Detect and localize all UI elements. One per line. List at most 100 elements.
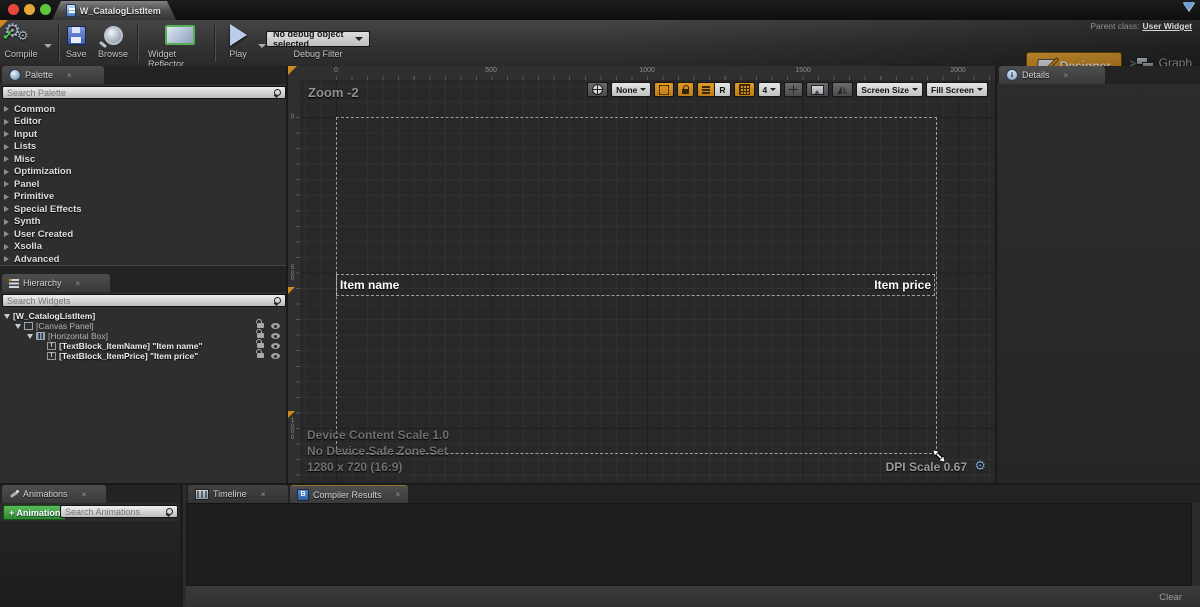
compiler-results-output[interactable] bbox=[186, 503, 1192, 586]
expander-icon[interactable] bbox=[4, 106, 9, 112]
textblock-itemprice-widget[interactable]: Item price bbox=[874, 278, 931, 292]
add-animation-button[interactable]: + Animation bbox=[3, 505, 66, 520]
clear-button[interactable]: Clear bbox=[1159, 592, 1182, 603]
palette-category[interactable]: Panel bbox=[0, 178, 286, 191]
flag-dropdown[interactable]: None bbox=[611, 82, 651, 97]
snap-icon bbox=[702, 86, 710, 94]
palette-icon bbox=[9, 69, 21, 81]
tab-compiler-results[interactable]: B Compiler Results × bbox=[290, 485, 408, 503]
palette-category[interactable]: Misc bbox=[0, 153, 286, 166]
expander-icon[interactable] bbox=[4, 156, 9, 162]
expander-icon[interactable] bbox=[4, 244, 9, 250]
play-button[interactable]: Play bbox=[220, 23, 256, 59]
expander-icon[interactable] bbox=[4, 131, 9, 137]
outline-toggle-button[interactable] bbox=[654, 82, 674, 97]
tree-item-canvas-panel[interactable]: [Canvas Panel] bbox=[0, 321, 286, 331]
snap-toggle-button[interactable] bbox=[697, 82, 715, 97]
expander-icon[interactable] bbox=[15, 324, 21, 329]
asset-tab[interactable]: W_CatalogListItem × bbox=[52, 1, 176, 20]
animations-tab-row: Animations × bbox=[0, 485, 180, 503]
dpi-settings-gear-icon[interactable]: ⚙ bbox=[974, 458, 986, 474]
close-window-button[interactable] bbox=[8, 4, 19, 15]
tab-hierarchy[interactable]: Hierarchy × bbox=[2, 274, 110, 292]
palette-category[interactable]: Advanced bbox=[0, 253, 286, 266]
textblock-itemname-widget[interactable]: Item name bbox=[340, 278, 399, 292]
palette-category[interactable]: Special Effects bbox=[0, 203, 286, 216]
close-icon[interactable]: × bbox=[171, 6, 176, 15]
palette-category[interactable]: Xsolla bbox=[0, 241, 286, 254]
expander-icon[interactable] bbox=[4, 256, 9, 262]
expander-icon[interactable] bbox=[4, 169, 9, 175]
window-corner-icon[interactable] bbox=[1183, 2, 1195, 11]
play-options-caret-icon[interactable] bbox=[258, 44, 266, 48]
minimize-window-button[interactable] bbox=[24, 4, 35, 15]
compile-button[interactable]: ⚙ ⚙ ✓ Compile bbox=[4, 23, 38, 59]
compile-options-caret-icon[interactable] bbox=[44, 44, 52, 48]
tab-animations[interactable]: Animations × bbox=[2, 485, 106, 503]
close-icon[interactable]: × bbox=[82, 490, 87, 499]
close-icon[interactable]: × bbox=[1064, 71, 1069, 80]
lock-icon[interactable] bbox=[257, 343, 264, 348]
designer-canvas[interactable]: Zoom -2 None R 4 Screen Size Fill Screen… bbox=[300, 80, 995, 483]
expander-icon[interactable] bbox=[27, 334, 33, 339]
visibility-icon[interactable] bbox=[271, 353, 280, 359]
palette-category[interactable]: Optimization bbox=[0, 166, 286, 179]
respect-locks-button[interactable]: R bbox=[715, 82, 730, 97]
palette-category[interactable]: Editor bbox=[0, 116, 286, 129]
palette-tab-row: Palette × bbox=[0, 66, 286, 84]
preview-background-button[interactable] bbox=[806, 82, 829, 97]
expander-icon[interactable] bbox=[4, 206, 9, 212]
expander-icon[interactable] bbox=[4, 181, 9, 187]
localization-preview-button[interactable] bbox=[587, 82, 608, 97]
lock-icon[interactable] bbox=[257, 353, 264, 358]
expander-icon[interactable] bbox=[4, 219, 9, 225]
tab-timeline[interactable]: Timeline × bbox=[188, 485, 288, 503]
tree-item-horizontal-box[interactable]: [Horizontal Box] bbox=[0, 331, 286, 341]
maximize-window-button[interactable] bbox=[40, 4, 51, 15]
lock-icon[interactable] bbox=[257, 333, 264, 338]
screen-size-dropdown[interactable]: Screen Size bbox=[856, 82, 923, 97]
visibility-icon[interactable] bbox=[271, 343, 280, 349]
palette-category[interactable]: User Created bbox=[0, 228, 286, 241]
hierarchy-search-input[interactable] bbox=[3, 295, 285, 306]
transform-mode-button[interactable] bbox=[784, 82, 803, 97]
main-toolbar: ⚙ ⚙ ✓ Compile Save Browse Widget Reflect… bbox=[0, 20, 1200, 67]
tree-item-textblock-itemname[interactable]: T [TextBlock_ItemName] "Item name" bbox=[0, 341, 286, 351]
tree-item-root[interactable]: [W_CatalogListItem] bbox=[0, 311, 286, 321]
palette-category[interactable]: Common bbox=[0, 103, 286, 116]
tree-item-textblock-itemprice[interactable]: T [TextBlock_ItemPrice] "Item price" bbox=[0, 351, 286, 361]
close-icon[interactable]: × bbox=[67, 71, 72, 80]
expander-icon[interactable] bbox=[4, 144, 9, 150]
grid-size-dropdown[interactable]: 4 bbox=[758, 82, 782, 97]
visibility-icon[interactable] bbox=[271, 333, 280, 339]
palette-category[interactable]: Input bbox=[0, 128, 286, 141]
parent-class-link[interactable]: User Widget bbox=[1142, 21, 1192, 31]
visibility-icon[interactable] bbox=[271, 323, 280, 329]
tab-details[interactable]: i Details × bbox=[999, 66, 1105, 84]
palette-category[interactable]: Primitive bbox=[0, 191, 286, 204]
grid-toggle-button[interactable] bbox=[734, 82, 755, 97]
lock-toggle-button[interactable] bbox=[677, 82, 694, 97]
expander-icon[interactable] bbox=[4, 231, 9, 237]
horizontal-box-widget[interactable]: Item name Item price bbox=[336, 274, 935, 296]
close-icon[interactable]: × bbox=[261, 490, 266, 499]
fill-screen-dropdown[interactable]: Fill Screen bbox=[926, 82, 988, 97]
lock-icon[interactable] bbox=[257, 323, 264, 328]
output-tab-row: Timeline × B Compiler Results × bbox=[186, 485, 1200, 503]
close-icon[interactable]: × bbox=[396, 490, 401, 499]
palette-category[interactable]: Synth bbox=[0, 216, 286, 229]
mirror-button[interactable] bbox=[832, 82, 853, 97]
save-button[interactable]: Save bbox=[66, 23, 87, 59]
debug-object-dropdown[interactable]: No debug object selected bbox=[266, 31, 370, 47]
palette-search-input[interactable] bbox=[3, 87, 285, 98]
expander-icon[interactable] bbox=[4, 194, 9, 200]
widget-reflector-button[interactable]: Widget Reflector bbox=[148, 23, 212, 69]
animations-search-input[interactable] bbox=[61, 506, 177, 517]
tab-palette[interactable]: Palette × bbox=[2, 66, 104, 84]
expander-icon[interactable] bbox=[4, 119, 9, 125]
palette-category[interactable]: Lists bbox=[0, 141, 286, 154]
toolbar-separator bbox=[214, 24, 215, 62]
close-icon[interactable]: × bbox=[76, 279, 81, 288]
expander-icon[interactable] bbox=[4, 314, 10, 319]
browse-button[interactable]: Browse bbox=[98, 23, 128, 59]
